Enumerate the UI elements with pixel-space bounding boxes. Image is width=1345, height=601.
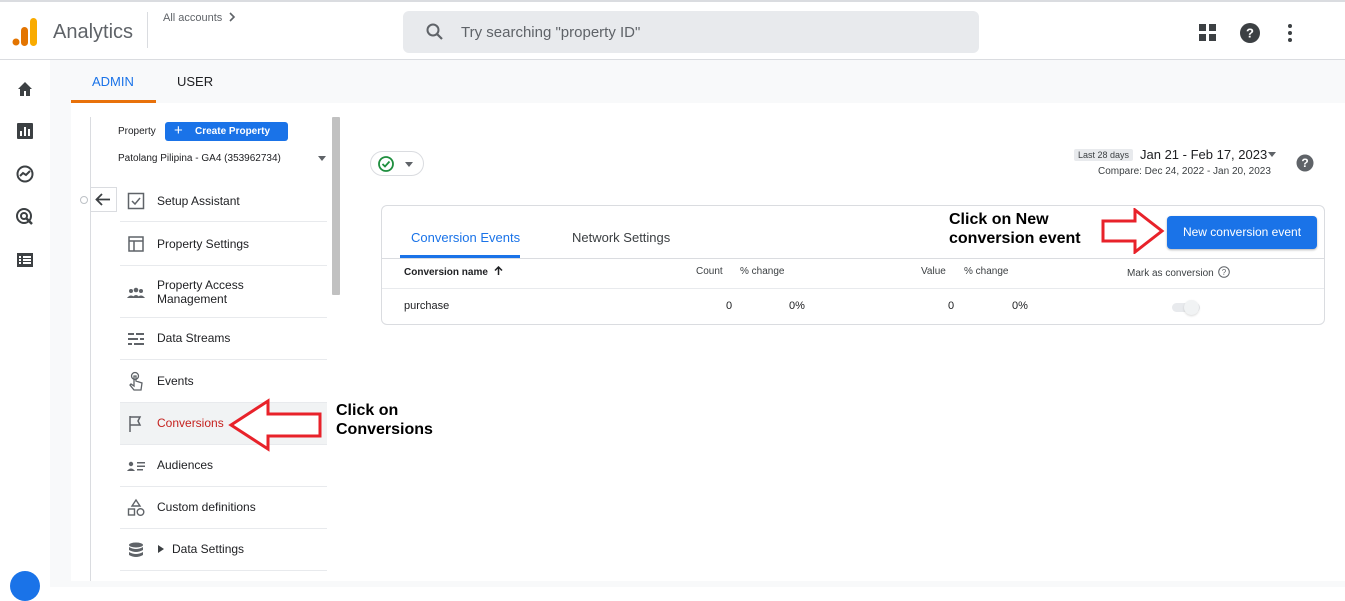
property-label: Property (118, 126, 156, 137)
column-header-count: Count (696, 266, 723, 277)
count-value: 0 (726, 300, 733, 312)
menu-label: Setup Assistant (157, 194, 240, 208)
column-header-label: Conversion name (404, 267, 488, 278)
menu-item-property-access[interactable]: Property Access Management (120, 266, 327, 318)
menu-item-property-settings[interactable]: Property Settings (120, 222, 327, 266)
search-icon (426, 23, 443, 40)
back-button[interactable] (90, 187, 117, 212)
search-input[interactable]: Try searching "property ID" (403, 11, 979, 53)
create-property-button[interactable]: + Create Property (165, 122, 288, 141)
chevron-down-icon (405, 162, 413, 167)
settings-gear-icon[interactable] (10, 571, 40, 601)
column-header-conversion-name[interactable]: Conversion name (404, 265, 503, 278)
annotation-conversions: Click on Conversions (336, 402, 433, 438)
date-range-picker[interactable]: Jan 21 - Feb 17, 2023 (1140, 147, 1267, 162)
search-placeholder: Try searching "property ID" (461, 24, 641, 41)
help-icon[interactable]: ? (1296, 154, 1314, 172)
new-conversion-event-button[interactable]: New conversion event (1167, 216, 1317, 249)
toggle-knob (1184, 300, 1199, 315)
window-icon (128, 236, 144, 252)
tab-user[interactable]: USER (177, 74, 213, 89)
header-divider (147, 12, 148, 48)
top-bar: Analytics All accounts Try searching "pr… (0, 0, 1345, 60)
collapse-handle[interactable] (80, 196, 88, 204)
analytics-logo-icon[interactable] (12, 18, 38, 46)
column-header-label: Mark as conversion (1127, 268, 1214, 279)
menu-label: Property Access Management (157, 278, 244, 306)
tab-admin[interactable]: ADMIN (92, 74, 134, 89)
menu-label: Events (157, 374, 194, 388)
conversion-events-card: Conversion Events Network Settings New c… (381, 205, 1325, 325)
menu-item-data-settings[interactable]: Data Settings (120, 529, 327, 571)
menu-label: Property Settings (157, 237, 250, 251)
shapes-icon (127, 498, 145, 516)
chevron-right-icon (229, 12, 236, 22)
annotation-new-event: Click on New conversion event (949, 211, 1081, 247)
date-preset-chip: Last 28 days (1074, 149, 1134, 161)
all-accounts-label: All accounts (163, 12, 223, 24)
data-status-dropdown[interactable] (370, 151, 424, 176)
audience-icon (127, 461, 145, 471)
app-name: Analytics (53, 21, 134, 43)
create-property-label: Create Property (195, 126, 271, 137)
property-selector[interactable]: Patolang Pilipina - GA4 (353962734) (118, 153, 328, 164)
more-vert-icon[interactable] (1279, 22, 1301, 44)
annotation-arrow-left-icon (228, 398, 322, 452)
column-header-value: Value (921, 266, 946, 277)
reports-icon[interactable] (15, 121, 35, 141)
database-icon (129, 542, 143, 557)
touch-icon (129, 371, 143, 391)
menu-item-data-streams[interactable]: Data Streams (120, 318, 327, 360)
svg-text:?: ? (1246, 26, 1254, 41)
configure-icon[interactable] (15, 250, 35, 270)
svg-text:?: ? (1222, 268, 1227, 277)
advertising-icon[interactable] (15, 207, 35, 227)
column-header-mark-as-conversion: Mark as conversion ? (1127, 266, 1231, 279)
apps-grid-icon[interactable] (1197, 22, 1219, 44)
help-icon[interactable]: ? (1239, 22, 1261, 44)
date-dropdown-icon[interactable] (1268, 152, 1276, 157)
explore-icon[interactable] (15, 164, 35, 184)
menu-label: Audiences (157, 458, 214, 472)
tab-network-settings[interactable]: Network Settings (572, 230, 670, 245)
menu-item-custom-definitions[interactable]: Custom definitions (120, 487, 327, 529)
arrow-up-icon (494, 265, 503, 275)
menu-label: Data Settings (172, 542, 245, 556)
mark-as-conversion-toggle[interactable] (1172, 300, 1204, 315)
column-header-value-change: % change (964, 266, 1009, 277)
menu-item-setup-assistant[interactable]: Setup Assistant (120, 180, 327, 222)
value-value: 0 (948, 300, 955, 312)
value-change: 0% (1012, 300, 1028, 312)
menu-label: Conversions (157, 416, 224, 430)
streams-icon (128, 333, 144, 345)
left-nav (0, 60, 50, 587)
column-header-count-change: % change (740, 266, 785, 277)
property-selected: Patolang Pilipina - GA4 (353962734) (118, 153, 281, 164)
check-circle-icon (378, 156, 394, 172)
plus-icon: + (174, 122, 183, 139)
checklist-icon (127, 192, 145, 210)
dropdown-caret-icon (318, 156, 326, 161)
card-tab-divider (382, 258, 1324, 259)
all-accounts-link[interactable]: All accounts (163, 12, 236, 24)
menu-label: Custom definitions (157, 500, 256, 514)
header-divider (382, 288, 1324, 289)
date-compare: Compare: Dec 24, 2022 - Jan 20, 2023 (1098, 166, 1271, 177)
menu-label: Data Streams (157, 331, 231, 345)
flag-icon (129, 416, 142, 432)
home-icon[interactable] (15, 79, 35, 99)
conversion-name: purchase (404, 300, 450, 312)
count-change: 0% (789, 300, 805, 312)
annotation-arrow-right-icon (1101, 208, 1165, 254)
people-icon (127, 287, 145, 298)
menu-item-events[interactable]: Events (120, 360, 327, 403)
expand-triangle-icon (158, 545, 164, 553)
help-outline-icon[interactable]: ? (1218, 266, 1231, 278)
tab-conversion-events[interactable]: Conversion Events (411, 230, 520, 245)
svg-text:?: ? (1301, 156, 1308, 170)
scrollbar[interactable] (332, 117, 340, 295)
arrow-back-icon (95, 193, 110, 206)
